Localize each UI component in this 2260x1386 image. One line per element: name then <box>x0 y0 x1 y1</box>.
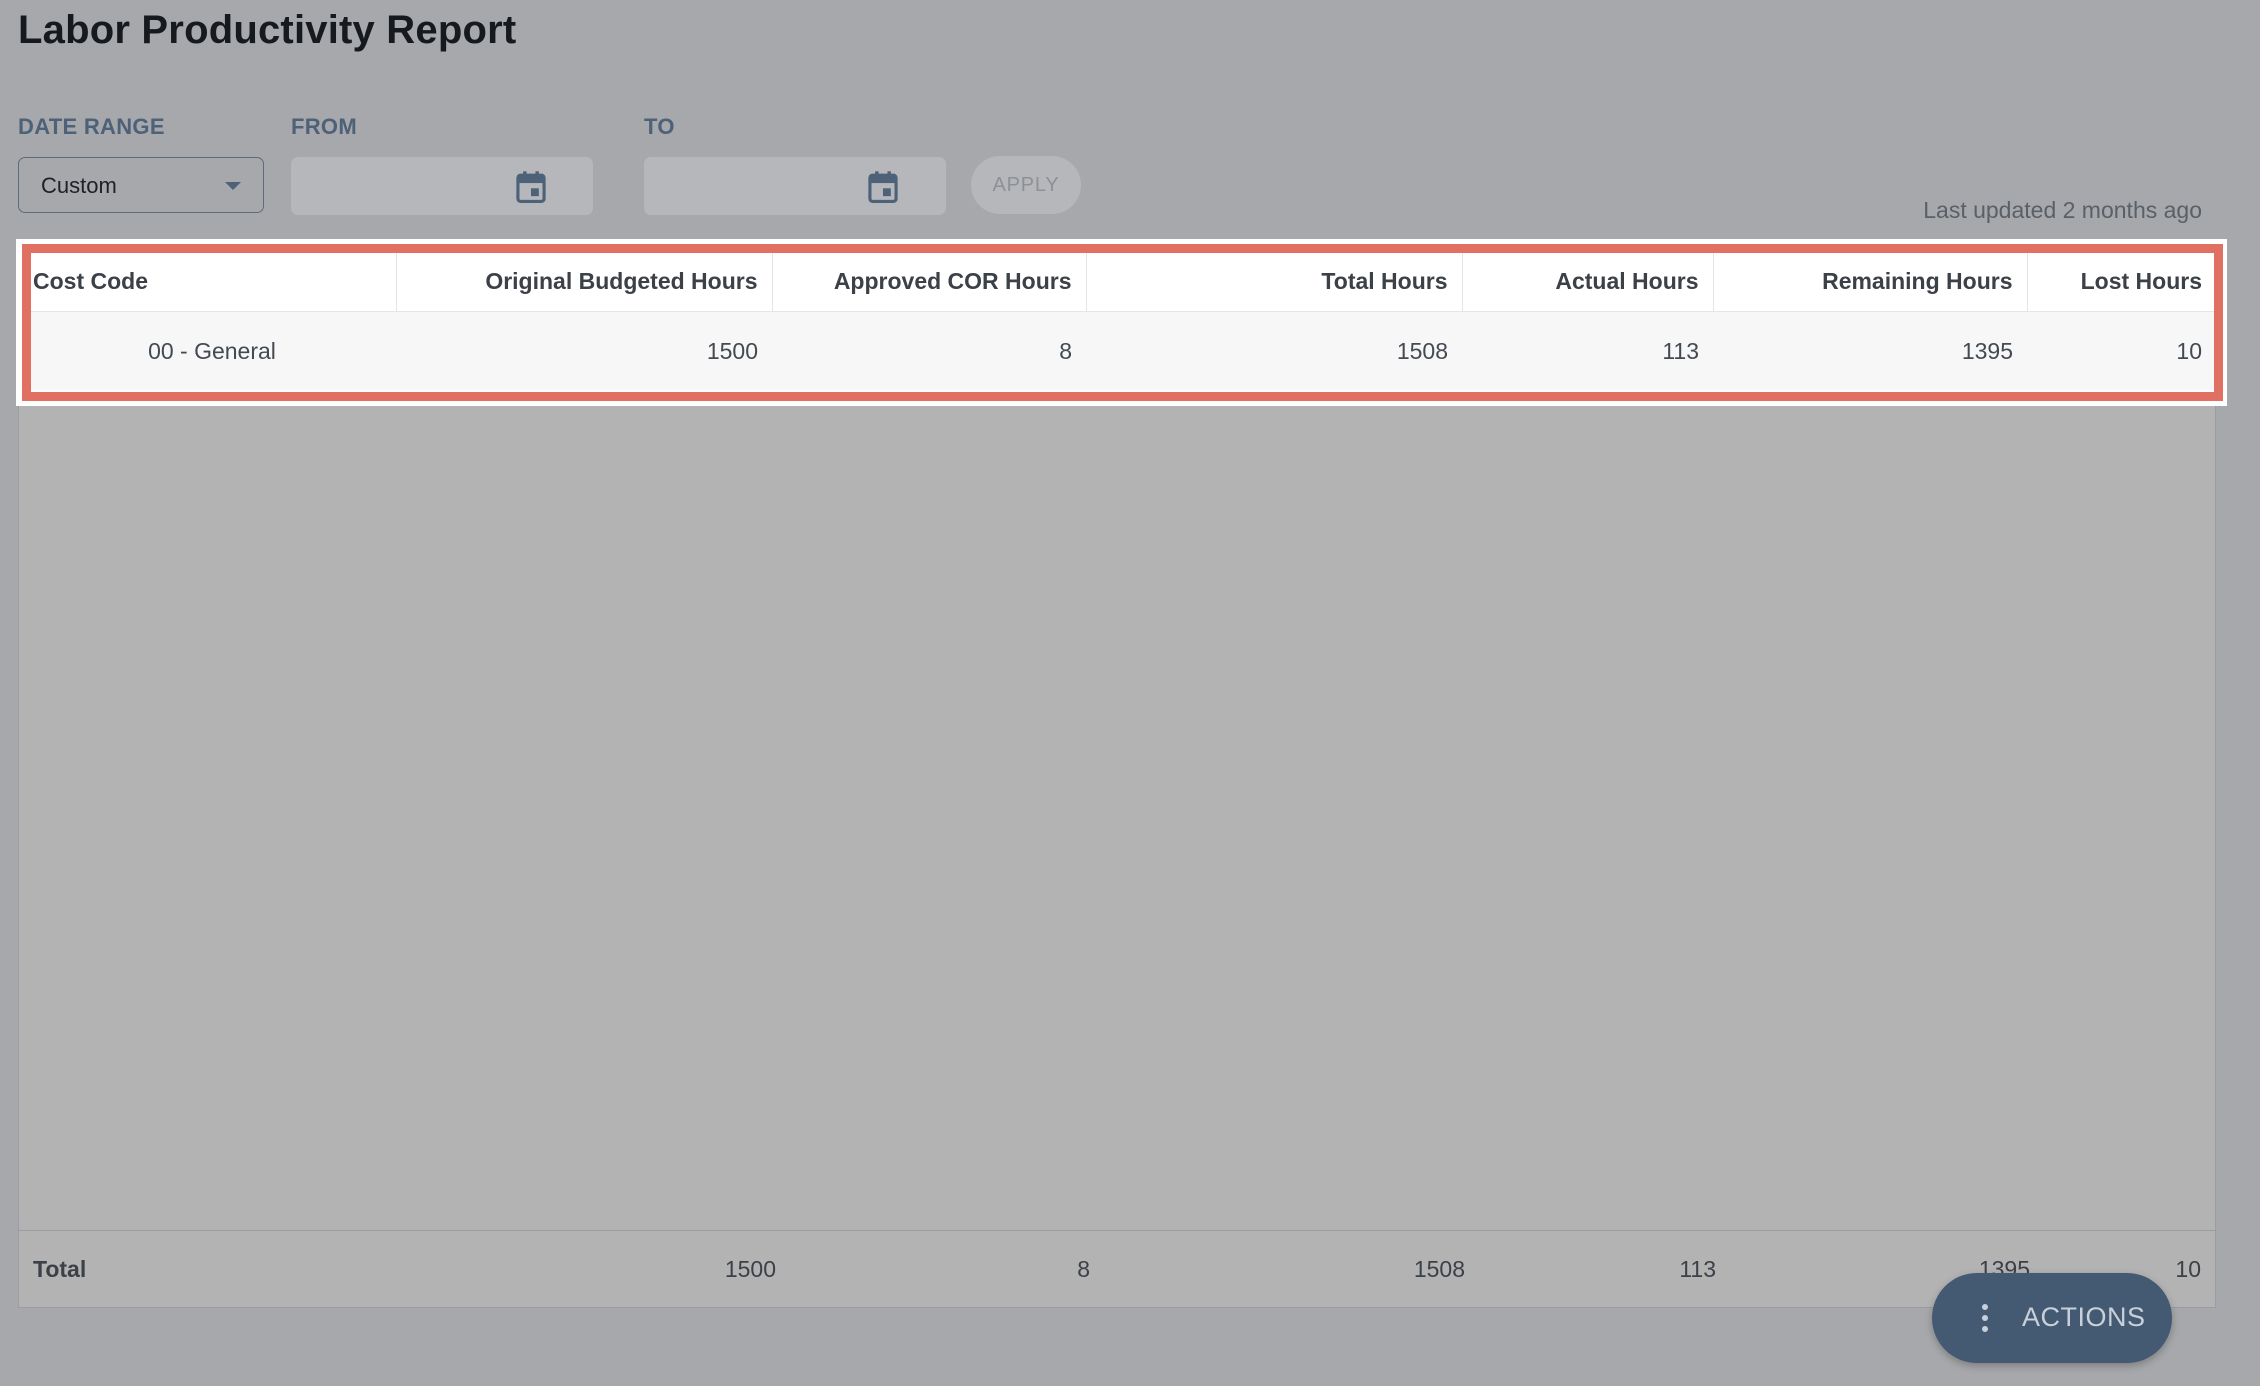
totals-row: Total 1500 8 1508 113 1395 10 <box>18 1230 2216 1308</box>
from-label: FROM <box>291 114 357 139</box>
total-total-hours: 1508 <box>1413 1256 1465 1282</box>
chevron-down-icon <box>225 182 241 190</box>
total-lost-hours: 10 <box>2175 1256 2201 1282</box>
highlight-border <box>22 244 2223 401</box>
date-range-value: Custom <box>41 173 117 198</box>
from-date-input[interactable] <box>291 157 593 215</box>
actions-label: ACTIONS <box>2022 1302 2146 1332</box>
to-date-input[interactable] <box>644 157 946 215</box>
last-updated-text: Last updated 2 months ago <box>1923 197 2202 223</box>
total-label: Total <box>33 1256 87 1282</box>
calendar-icon[interactable] <box>515 170 547 204</box>
date-range-select[interactable]: Custom <box>18 157 264 213</box>
calendar-icon[interactable] <box>867 170 899 204</box>
date-range-label: DATE RANGE <box>18 114 165 139</box>
total-approved-cor-hours: 8 <box>1077 1256 1090 1282</box>
actions-button[interactable]: ACTIONS <box>1932 1273 2172 1363</box>
total-original-budgeted-hours: 1500 <box>724 1256 776 1282</box>
to-label: TO <box>644 114 675 139</box>
apply-button[interactable]: APPLY <box>971 156 1081 214</box>
labor-productivity-page: Labor Productivity Report DATE RANGE Cus… <box>0 0 2260 1386</box>
page-title: Labor Productivity Report <box>18 8 517 52</box>
total-actual-hours: 113 <box>1679 1256 1716 1282</box>
more-vertical-icon <box>1982 1304 1988 1332</box>
